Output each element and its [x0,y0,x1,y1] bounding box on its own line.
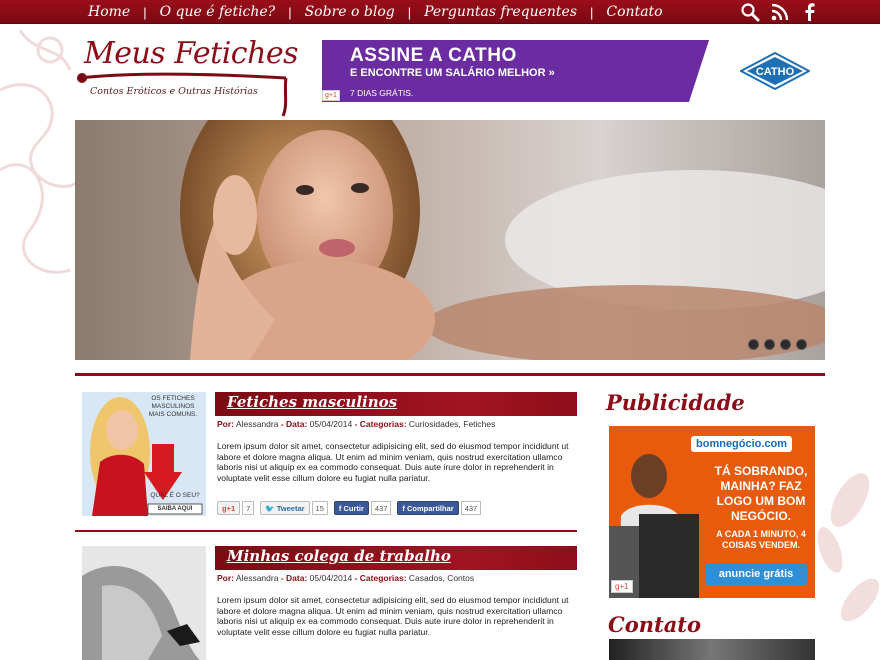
slider-pagination [748,339,807,350]
nav-item-contact[interactable]: Contato [606,4,662,20]
slider-dot[interactable] [796,339,807,350]
site-logo[interactable]: Meus Fetiches Contos Eróticos e Outras H… [74,36,299,120]
catho-banner-ad[interactable]: ASSINE A CATHO E ENCONTRE UM SALÁRIO MEL… [322,40,824,102]
banner-headline: ASSINE A CATHO [350,45,517,66]
post-separator [75,530,577,532]
nav-separator: | [590,4,594,20]
gplus-button[interactable]: g+1 [217,501,241,515]
content-divider [75,373,825,376]
post-date: 05/04/2014 [309,573,353,583]
post-excerpt: Lorem ipsum dolor sit amet, consectetur … [217,441,569,483]
hero-image [75,120,825,360]
thumbnail-cta: SAIBA AQUI [157,506,193,512]
post-title-bar: Minhas colega de trabalho [215,546,577,570]
post-author[interactable]: Alessandra [236,419,279,429]
ad-headline: TÁ SOBRANDO, MAINHA? FAZ LOGO UM BOM NEG… [714,464,808,523]
slider-dot[interactable] [780,339,791,350]
search-icon[interactable] [740,2,760,22]
post-author[interactable]: Alessandra [236,573,279,583]
post-title[interactable]: Minhas colega de trabalho [227,547,451,565]
bomnegocio-ad[interactable]: bomnegócio.com TÁ SOBRANDO, MAINHA? FAZ … [609,426,815,598]
nav-separator: | [143,4,147,20]
post-categories[interactable]: Casados, Contos [409,573,474,583]
like-count: 437 [370,501,392,515]
gplus-button[interactable]: g+1 [611,580,633,593]
share-bar: g+1 7 🐦 Tweetar 15 f Curtir 437 f Compartil… [217,501,482,515]
slider-dot[interactable] [764,339,775,350]
sidebar-heading-contact: Contato [608,612,702,637]
gplus-count: 7 [242,501,255,515]
post-card: OS FETICHES MASCULINOS MAIS COMUNS. QUAL… [75,392,580,522]
nav-item-home[interactable]: Home [88,4,130,20]
contact-image [609,639,815,660]
thumbnail-question: QUAL É O SEU? [150,492,200,499]
post-card: Minhas colega de trabalho Por: Alessandr… [75,546,580,660]
ad-photo [609,454,699,598]
share-button[interactable]: f Compartilhar [397,501,459,515]
post-categories[interactable]: Curiosidades, Fetiches [409,419,495,429]
slider-dot[interactable] [748,339,759,350]
nav-separator: | [407,4,412,20]
nav-item-what-is-fetish[interactable]: O que é fetiche? [160,4,276,20]
twitter-icon: 🐦 [265,503,275,513]
ad-brand: bomnegócio.com [691,436,793,452]
nav-separator: | [288,4,292,20]
hero-slider[interactable] [75,120,825,360]
like-button[interactable]: f Curtir [333,501,369,515]
facebook-icon: f [402,503,405,513]
post-date: 05/04/2014 [309,419,353,429]
post-title[interactable]: Fetiches masculinos [227,393,397,411]
post-meta: Por: Alessandra - Data: 05/04/2014 - Cat… [217,573,475,583]
sidebar-heading-advertising: Publicidade [606,390,745,415]
nav-item-about-blog[interactable]: Sobre o blog [305,4,395,20]
rss-icon[interactable] [770,2,790,22]
logo-title: Meus Fetiches [84,36,299,71]
catho-logo: CATHO [740,52,810,90]
nav-item-faq[interactable]: Perguntas frequentes [424,4,577,20]
post-meta: Por: Alessandra - Data: 05/04/2014 - Cat… [217,419,496,429]
share-count: 437 [460,501,482,515]
tweet-count: 15 [311,501,328,515]
banner-offer: 7 DIAS GRÁTIS. [350,88,414,98]
post-title-bar: Fetiches masculinos [215,392,577,416]
tweet-button[interactable]: 🐦 Tweetar [260,501,310,515]
ad-subtext: A CADA 1 MINUTO, 4 COISAS VENDEM. [716,529,806,550]
facebook-icon[interactable] [800,2,820,22]
svg-text:CATHO: CATHO [756,66,795,78]
gplus-button[interactable]: g+1 [322,90,340,101]
facebook-icon: f [338,503,342,513]
ad-cta-button[interactable]: anuncie grátis [705,563,807,585]
logo-subtitle: Contos Eróticos e Outras Histórias [90,86,258,97]
banner-subline: E ENCONTRE UM SALÁRIO MELHOR » [350,67,555,79]
post-excerpt: Lorem ipsum dolor sit amet, consectetur … [217,595,569,637]
thumbnail-caption: OS FETICHES MASCULINOS MAIS COMUNS. [148,395,198,418]
double-chevron-icon: » [548,67,555,79]
post-thumbnail[interactable]: OS FETICHES MASCULINOS MAIS COMUNS. QUAL… [82,392,206,516]
top-navigation: Home | O que é fetiche? | Sobre o blog | Pe… [0,0,880,24]
post-thumbnail[interactable] [82,546,206,660]
